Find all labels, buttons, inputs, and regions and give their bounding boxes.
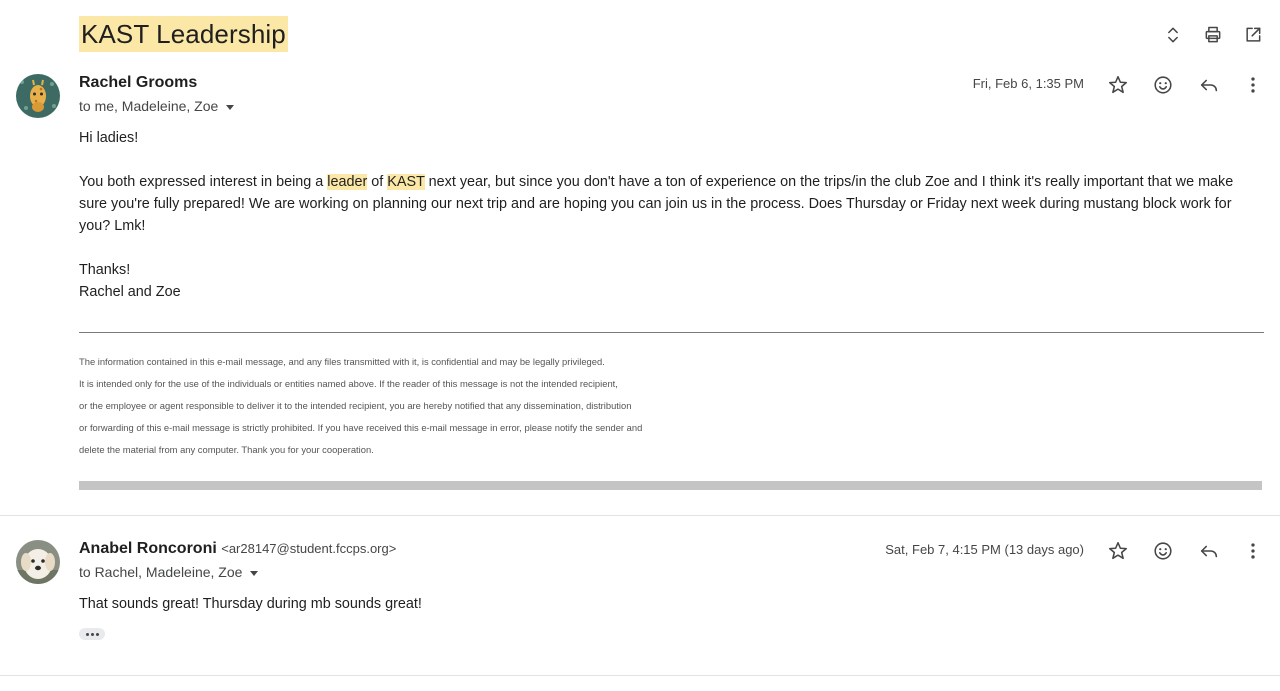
greeting: Hi ladies! [79,130,139,146]
more-vert-icon[interactable] [1239,71,1267,99]
recipients-text: to Rachel, Madeleine, Zoe [79,564,243,580]
sender-name: Anabel Roncoroni [79,540,217,557]
message-date: Sat, Feb 7, 4:15 PM (13 days ago) [885,542,1084,557]
message-separator [0,675,1280,676]
expand-collapse-icon[interactable] [1160,22,1186,48]
puppy-avatar-image [16,540,60,584]
reply-icon[interactable] [1195,71,1223,99]
signoff-thanks: Thanks! [79,262,131,278]
sender-avatar[interactable] [16,74,60,118]
reply-icon[interactable] [1195,537,1223,565]
disclaimer-line: or the employee or agent responsible to … [79,400,632,411]
sender-avatar[interactable] [16,540,60,584]
more-vert-icon[interactable] [1239,537,1267,565]
star-icon[interactable] [1104,71,1132,99]
chevron-down-icon [250,570,259,576]
message-separator [0,515,1280,516]
emoji-icon[interactable] [1149,71,1177,99]
recipients-toggle[interactable]: to Rachel, Madeleine, Zoe [79,564,259,580]
recipients-text: to me, Madeleine, Zoe [79,98,219,114]
giraffe-avatar-image [16,74,60,118]
message-body: Hi ladies! You both expressed interest i… [79,127,1259,303]
message-date: Fri, Feb 6, 1:35 PM [972,76,1084,91]
print-icon[interactable] [1200,22,1226,48]
signature-divider [79,332,1264,333]
confidentiality-disclaimer: The information contained in this e-mail… [79,351,642,461]
highlight-kast: KAST [387,174,425,190]
message-body: That sounds great! Thursday during mb so… [79,596,422,612]
body-paragraph: You both expressed interest in being a l… [79,174,1234,234]
signoff-names: Rachel and Zoe [79,284,181,300]
disclaimer-line: delete the material from any computer. T… [79,444,374,455]
sender-line[interactable]: Anabel Roncoroni <ar28147@student.fccps.… [79,540,396,558]
highlight-leader: leader [327,174,368,190]
disclaimer-line: The information contained in this e-mail… [79,356,605,367]
thread-subject: KAST Leadership [79,16,288,52]
recipients-toggle[interactable]: to me, Madeleine, Zoe [79,98,235,114]
show-trimmed-content-button[interactable] [79,628,105,640]
open-new-window-icon[interactable] [1240,22,1266,48]
emoji-icon[interactable] [1149,537,1177,565]
sender-email: <ar28147@student.fccps.org> [221,541,397,556]
disclaimer-line: It is intended only for the use of the i… [79,378,618,389]
sender-name[interactable]: Rachel Grooms [79,74,197,92]
signature-bar [79,481,1262,490]
star-icon[interactable] [1104,537,1132,565]
disclaimer-line: or forwarding of this e-mail message is … [79,422,643,433]
chevron-down-icon [226,104,235,110]
